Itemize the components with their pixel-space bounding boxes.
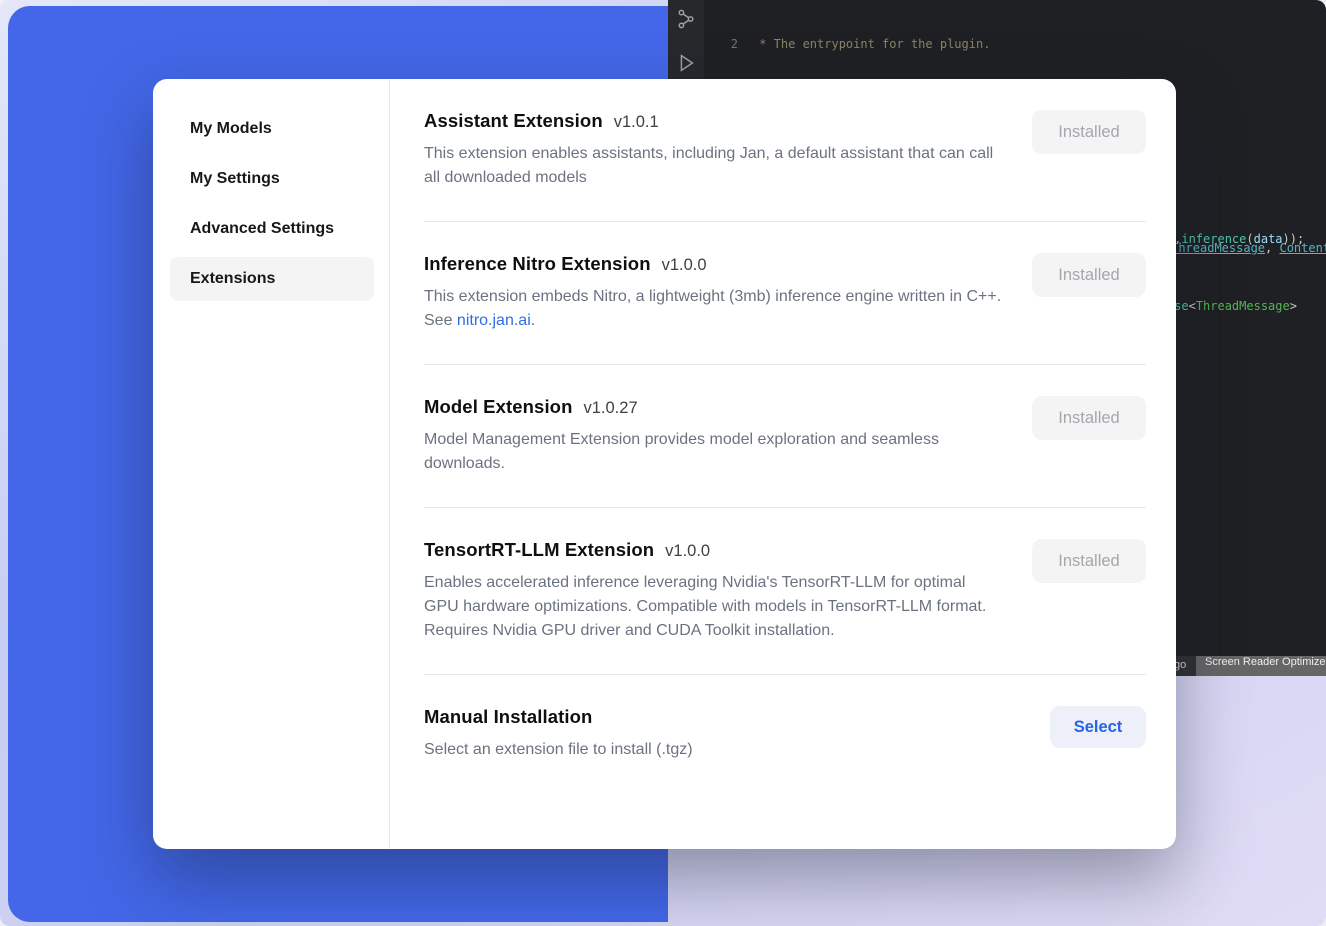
manual-installation-title: Manual Installation — [424, 706, 592, 728]
run-icon[interactable] — [675, 52, 697, 74]
installed-button[interactable]: Installed — [1032, 253, 1146, 297]
extension-row-nitro: Inference Nitro Extension v1.0.0 This ex… — [424, 222, 1146, 364]
extension-row-assistant: Assistant Extension v1.0.1 This extensio… — [424, 79, 1146, 221]
screen-reader-status-item[interactable]: Screen Reader Optimized — [1196, 656, 1326, 676]
sidebar-item-my-models[interactable]: My Models — [170, 107, 374, 151]
nitro-jan-ai-link[interactable]: nitro.jan.ai — [457, 312, 531, 329]
extension-version: v1.0.1 — [614, 113, 659, 132]
screenshot-stage: 2 * The entrypoint for the plugin. 3 */ … — [0, 0, 1326, 926]
sidebar-item-my-settings[interactable]: My Settings — [170, 157, 374, 201]
sidebar-item-extensions[interactable]: Extensions — [170, 257, 374, 301]
sidebar-item-label: Advanced Settings — [190, 220, 334, 238]
extensions-panel: Assistant Extension v1.0.1 This extensio… — [390, 79, 1176, 849]
settings-modal: My Models My Settings Advanced Settings … — [153, 79, 1176, 849]
extension-description: Model Management Extension provides mode… — [424, 428, 1004, 476]
installed-button[interactable]: Installed — [1032, 110, 1146, 154]
extension-name: TensortRT-LLM Extension — [424, 539, 654, 561]
extension-name: Assistant Extension — [424, 110, 603, 132]
extension-version: v1.0.27 — [584, 399, 638, 418]
extension-description: This extension embeds Nitro, a lightweig… — [424, 285, 1004, 333]
extension-version: v1.0.0 — [665, 542, 710, 561]
extension-name: Model Extension — [424, 396, 573, 418]
sidebar-item-label: My Settings — [190, 170, 280, 188]
references-icon[interactable] — [675, 8, 697, 30]
extension-version: v1.0.0 — [662, 256, 707, 275]
sidebar-item-label: Extensions — [190, 270, 275, 288]
installed-button[interactable]: Installed — [1032, 539, 1146, 583]
code-line: 2 * The entrypoint for the plugin. — [704, 36, 1326, 53]
line-number: 2 — [704, 36, 752, 53]
extension-description: This extension enables assistants, inclu… — [424, 142, 1004, 190]
settings-sidebar: My Models My Settings Advanced Settings … — [153, 79, 390, 849]
installed-button[interactable]: Installed — [1032, 396, 1146, 440]
extension-name: Inference Nitro Extension — [424, 253, 651, 275]
manual-installation-description: Select an extension file to install (.tg… — [424, 738, 693, 762]
select-file-button[interactable]: Select — [1050, 706, 1146, 748]
extension-row-model: Model Extension v1.0.27 Model Management… — [424, 365, 1146, 507]
extension-row-tensorrt: TensortRT-LLM Extension v1.0.0 Enables a… — [424, 508, 1146, 674]
manual-installation-row: Manual Installation Select an extension … — [424, 675, 1146, 793]
sidebar-item-label: My Models — [190, 120, 272, 138]
sidebar-item-advanced-settings[interactable]: Advanced Settings — [170, 207, 374, 251]
extension-description: Enables accelerated inference leveraging… — [424, 571, 1004, 643]
